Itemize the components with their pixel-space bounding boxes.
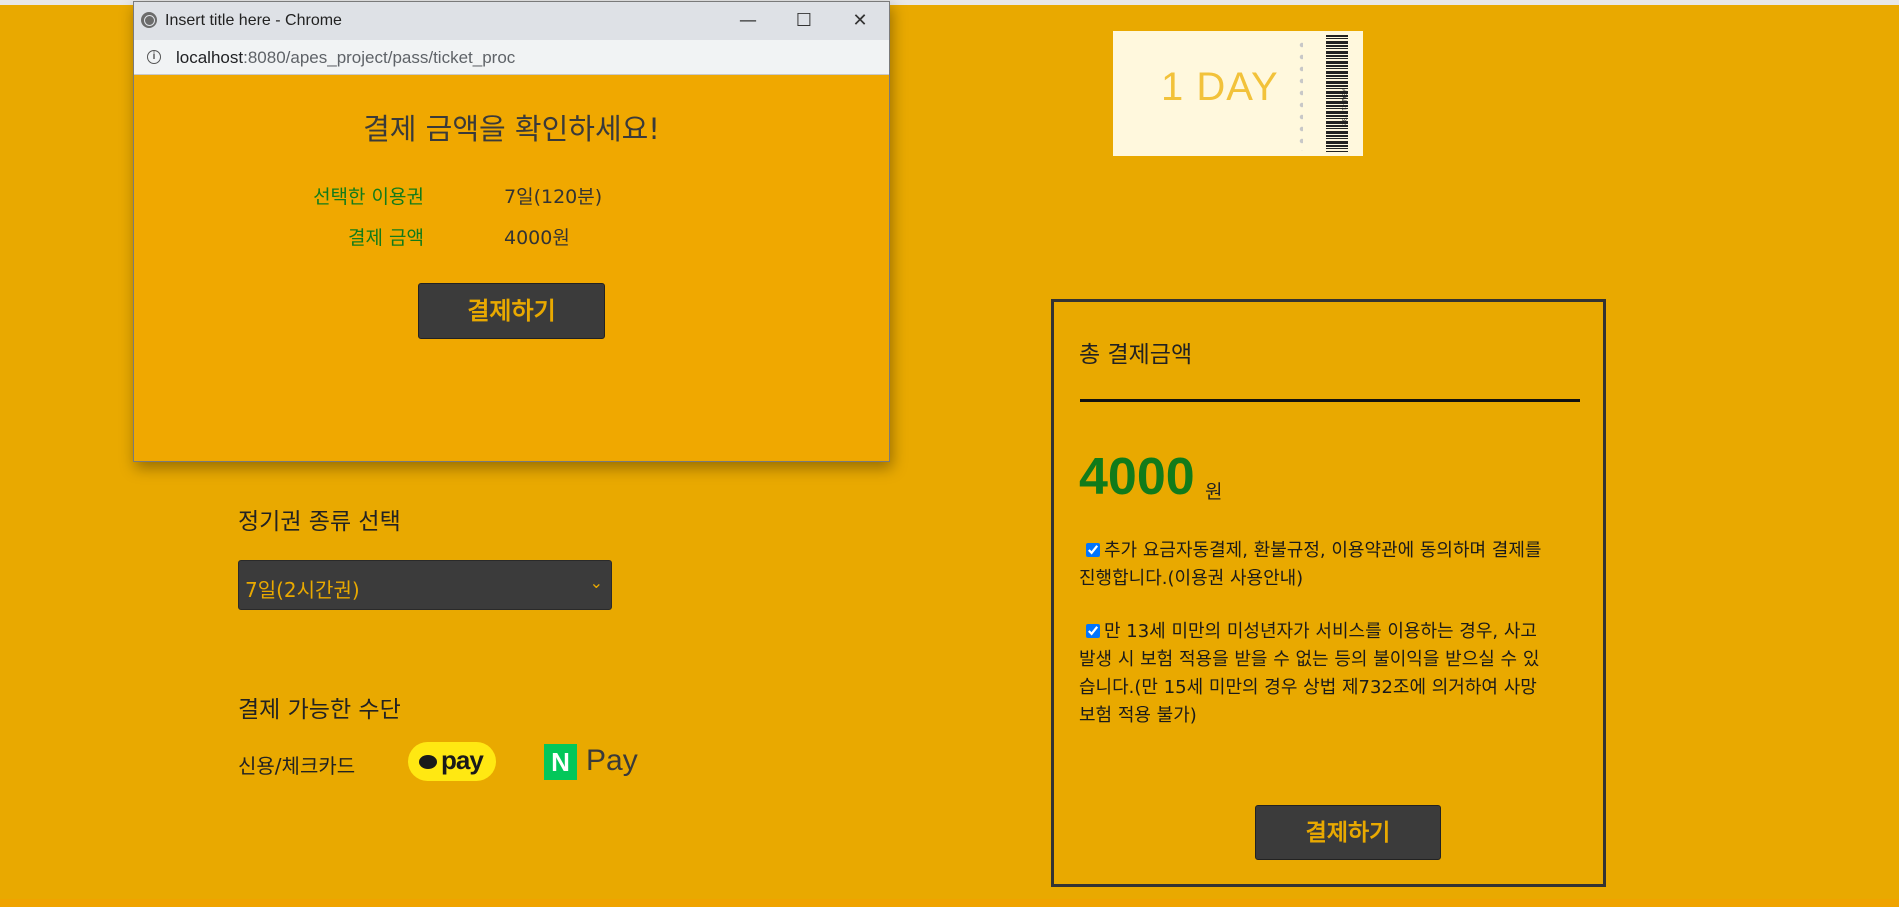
pay-button[interactable]: 결제하기 xyxy=(1255,805,1441,860)
agree-terms-checkbox[interactable] xyxy=(1086,543,1100,557)
ticket-perforation xyxy=(1299,39,1303,151)
card-payment-option[interactable]: 신용/체크카드 xyxy=(238,750,355,779)
barcode-number: #BAD-14782 xyxy=(1340,89,1347,126)
url-host: localhost xyxy=(176,48,244,67)
kakao-bubble-icon xyxy=(419,755,437,769)
agree-minor-text: 만 13세 미만의 미성년자가 서비스를 이용하는 경우, 사고발생 시 보험 … xyxy=(1079,621,1540,726)
divider xyxy=(1080,399,1580,402)
agreement-minor: 만 13세 미만의 미성년자가 서비스를 이용하는 경우, 사고발생 시 보험 … xyxy=(1079,618,1549,730)
ticket-text: 1 DAY xyxy=(1161,65,1279,109)
maximize-icon[interactable]: ☐ xyxy=(776,2,832,40)
total-amount-title: 총 결제금액 xyxy=(1079,342,1193,368)
globe-icon xyxy=(141,12,157,28)
info-icon[interactable]: i xyxy=(147,50,161,64)
agree-minor-checkbox[interactable] xyxy=(1086,624,1100,638)
pass-type-select[interactable]: 7일(2시간권) ⌄ xyxy=(238,560,612,610)
pass-type-label: 정기권 종류 선택 xyxy=(238,509,401,535)
payment-methods-label: 결제 가능한 수단 xyxy=(238,697,401,723)
confirm-heading: 결제 금액을 확인하세요! xyxy=(363,112,660,146)
agreement-terms: 추가 요금자동결제, 환불규정, 이용약관에 동의하며 결제를 진행합니다.(이… xyxy=(1079,537,1549,593)
agree-terms-text: 추가 요금자동결제, 환불규정, 이용약관에 동의하며 결제를 진행합니다.(이… xyxy=(1079,540,1542,589)
minimize-icon[interactable]: — xyxy=(720,2,776,40)
window-titlebar[interactable]: Insert title here - Chrome — ☐ ✕ xyxy=(134,2,889,40)
ticket-image: 1 DAY #BAD-14782 xyxy=(1113,31,1363,156)
amount-key: 결제 금액 xyxy=(348,227,424,249)
payment-summary-panel: 총 결제금액 4000 원 추가 요금자동결제, 환불규정, 이용약관에 동의하… xyxy=(1051,299,1606,887)
address-bar[interactable]: i localhost:8080/apes_project/pass/ticke… xyxy=(134,40,889,75)
kakaopay-label: pay xyxy=(441,745,484,775)
naverpay-label[interactable]: Pay xyxy=(586,744,638,778)
selected-pass-key: 선택한 이용권 xyxy=(313,186,424,208)
close-icon[interactable]: ✕ xyxy=(832,2,888,40)
url-text: localhost:8080/apes_project/pass/ticket_… xyxy=(176,48,515,68)
kakaopay-button[interactable]: pay xyxy=(408,742,496,781)
selected-pass-value: 7일(120분) xyxy=(504,186,603,208)
naverpay-logo-icon[interactable]: N xyxy=(544,744,577,780)
window-title: Insert title here - Chrome xyxy=(165,12,342,29)
amount-value: 4000원 xyxy=(504,227,570,249)
pass-type-selected: 7일(2시간권) xyxy=(245,578,360,602)
total-amount-value: 4000 xyxy=(1079,448,1195,506)
chevron-down-icon: ⌄ xyxy=(589,573,603,592)
url-path: :8080/apes_project/pass/ticket_proc xyxy=(243,48,516,67)
popup-pay-button[interactable]: 결제하기 xyxy=(418,283,605,339)
page-bottom-band xyxy=(0,899,1899,907)
total-amount-unit: 원 xyxy=(1205,481,1223,503)
popup-window: Insert title here - Chrome — ☐ ✕ i local… xyxy=(133,1,890,462)
